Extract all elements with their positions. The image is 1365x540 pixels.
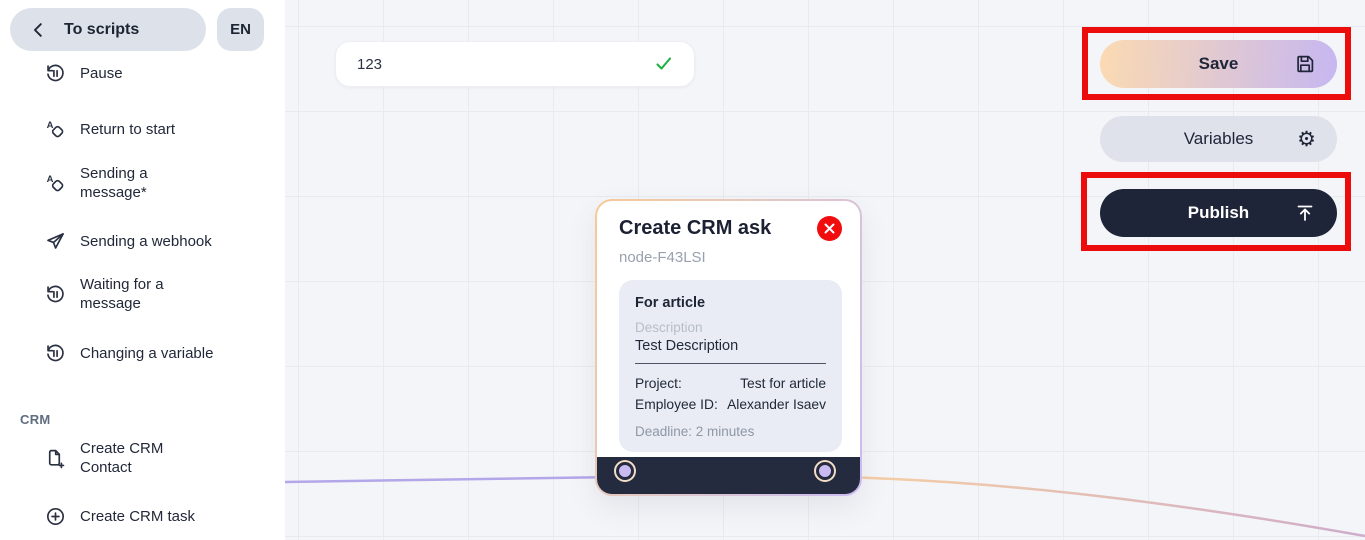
sidebar-item-label: Sending a message* (80, 164, 250, 202)
back-to-scripts-label: To scripts (64, 21, 139, 39)
node-body: Create CRM ask node-F43LSI For article D… (597, 201, 860, 494)
publish-button[interactable]: Publish (1100, 189, 1337, 237)
variables-button[interactable]: Variables ⚙ (1100, 116, 1337, 162)
svg-text:A: A (46, 119, 53, 130)
sidebar-item-label: Return to start (80, 120, 250, 139)
sidebar-item-sending-message[interactable]: A Sending a message* (0, 164, 285, 202)
circle-plus-icon (44, 505, 66, 527)
field-value[interactable]: Test for article (740, 373, 826, 394)
chevron-left-icon (30, 21, 48, 39)
sidebar-item-create-crm-task[interactable]: Create CRM task (0, 505, 285, 527)
sidebar-item-label: Create CRM task (80, 507, 250, 526)
sidebar-item-waiting-message[interactable]: Waiting for a message (0, 275, 285, 313)
node-id: node-F43LSI (597, 240, 860, 266)
history-pause-icon (44, 62, 66, 84)
sidebar-item-label: Create CRM Contact (80, 439, 250, 477)
description-field[interactable]: Test Description (635, 338, 826, 364)
field-row-project: Project: Test for article (635, 373, 826, 394)
publish-upload-icon (1294, 202, 1316, 224)
sidebar-item-changing-variable[interactable]: Changing a variable (0, 342, 285, 364)
save-floppy-icon (1294, 53, 1316, 75)
input-port[interactable] (616, 462, 634, 480)
sidebar-item-pause[interactable]: Pause (0, 62, 285, 84)
sidebar-item-label: Sending a webhook (80, 232, 250, 251)
check-icon (654, 54, 674, 74)
field-row-employee: Employee ID: Alexander Isaev (635, 394, 826, 415)
svg-text:A: A (46, 173, 53, 184)
deadline-text: Deadline: 2 minutes (635, 424, 826, 439)
field-label: Employee ID: (635, 394, 718, 415)
message-a-icon: A (44, 118, 66, 140)
node-close-button[interactable] (817, 216, 842, 241)
sidebar-item-label: Pause (80, 64, 250, 83)
back-to-scripts-button[interactable]: To scripts (10, 8, 206, 51)
field-label: Project: (635, 373, 682, 394)
outgoing-edge (841, 477, 1365, 536)
crm-task-node[interactable]: Create CRM ask node-F43LSI For article D… (595, 199, 862, 496)
file-plus-icon (44, 447, 66, 469)
node-footer (597, 457, 860, 494)
send-icon (44, 230, 66, 252)
history-pause-icon (44, 283, 66, 305)
flow-canvas[interactable]: Create CRM ask node-F43LSI For article D… (285, 0, 1365, 540)
sidebar: To scripts EN Pause A Return to st (0, 0, 285, 540)
close-icon (824, 223, 835, 234)
save-button[interactable]: Save (1100, 40, 1337, 88)
field-value[interactable]: Alexander Isaev (727, 394, 826, 415)
node-settings-panel: For article Description Test Description… (619, 280, 842, 452)
output-port[interactable] (816, 462, 834, 480)
sidebar-item-return-to-start[interactable]: A Return to start (0, 118, 285, 140)
message-a-icon: A (44, 172, 66, 194)
sidebar-item-label: Waiting for a message (80, 275, 250, 313)
validation-input[interactable] (336, 56, 654, 73)
sidebar-item-create-crm-contact[interactable]: Create CRM Contact (0, 439, 285, 477)
crm-section-label: CRM (20, 412, 51, 427)
node-section-title: For article (635, 295, 826, 311)
gear-icon: ⚙ (1297, 129, 1316, 150)
description-label: Description (635, 320, 826, 335)
node-field-rows: Project: Test for article Employee ID: A… (635, 373, 826, 415)
sidebar-item-label: Changing a variable (80, 344, 250, 363)
validation-input-wrapper (335, 41, 695, 87)
language-badge[interactable]: EN (217, 8, 264, 51)
sidebar-item-sending-webhook[interactable]: Sending a webhook (0, 230, 285, 252)
history-pause-icon (44, 342, 66, 364)
flow-builder-screen: Create CRM ask node-F43LSI For article D… (0, 0, 1365, 540)
incoming-edge (285, 477, 617, 482)
